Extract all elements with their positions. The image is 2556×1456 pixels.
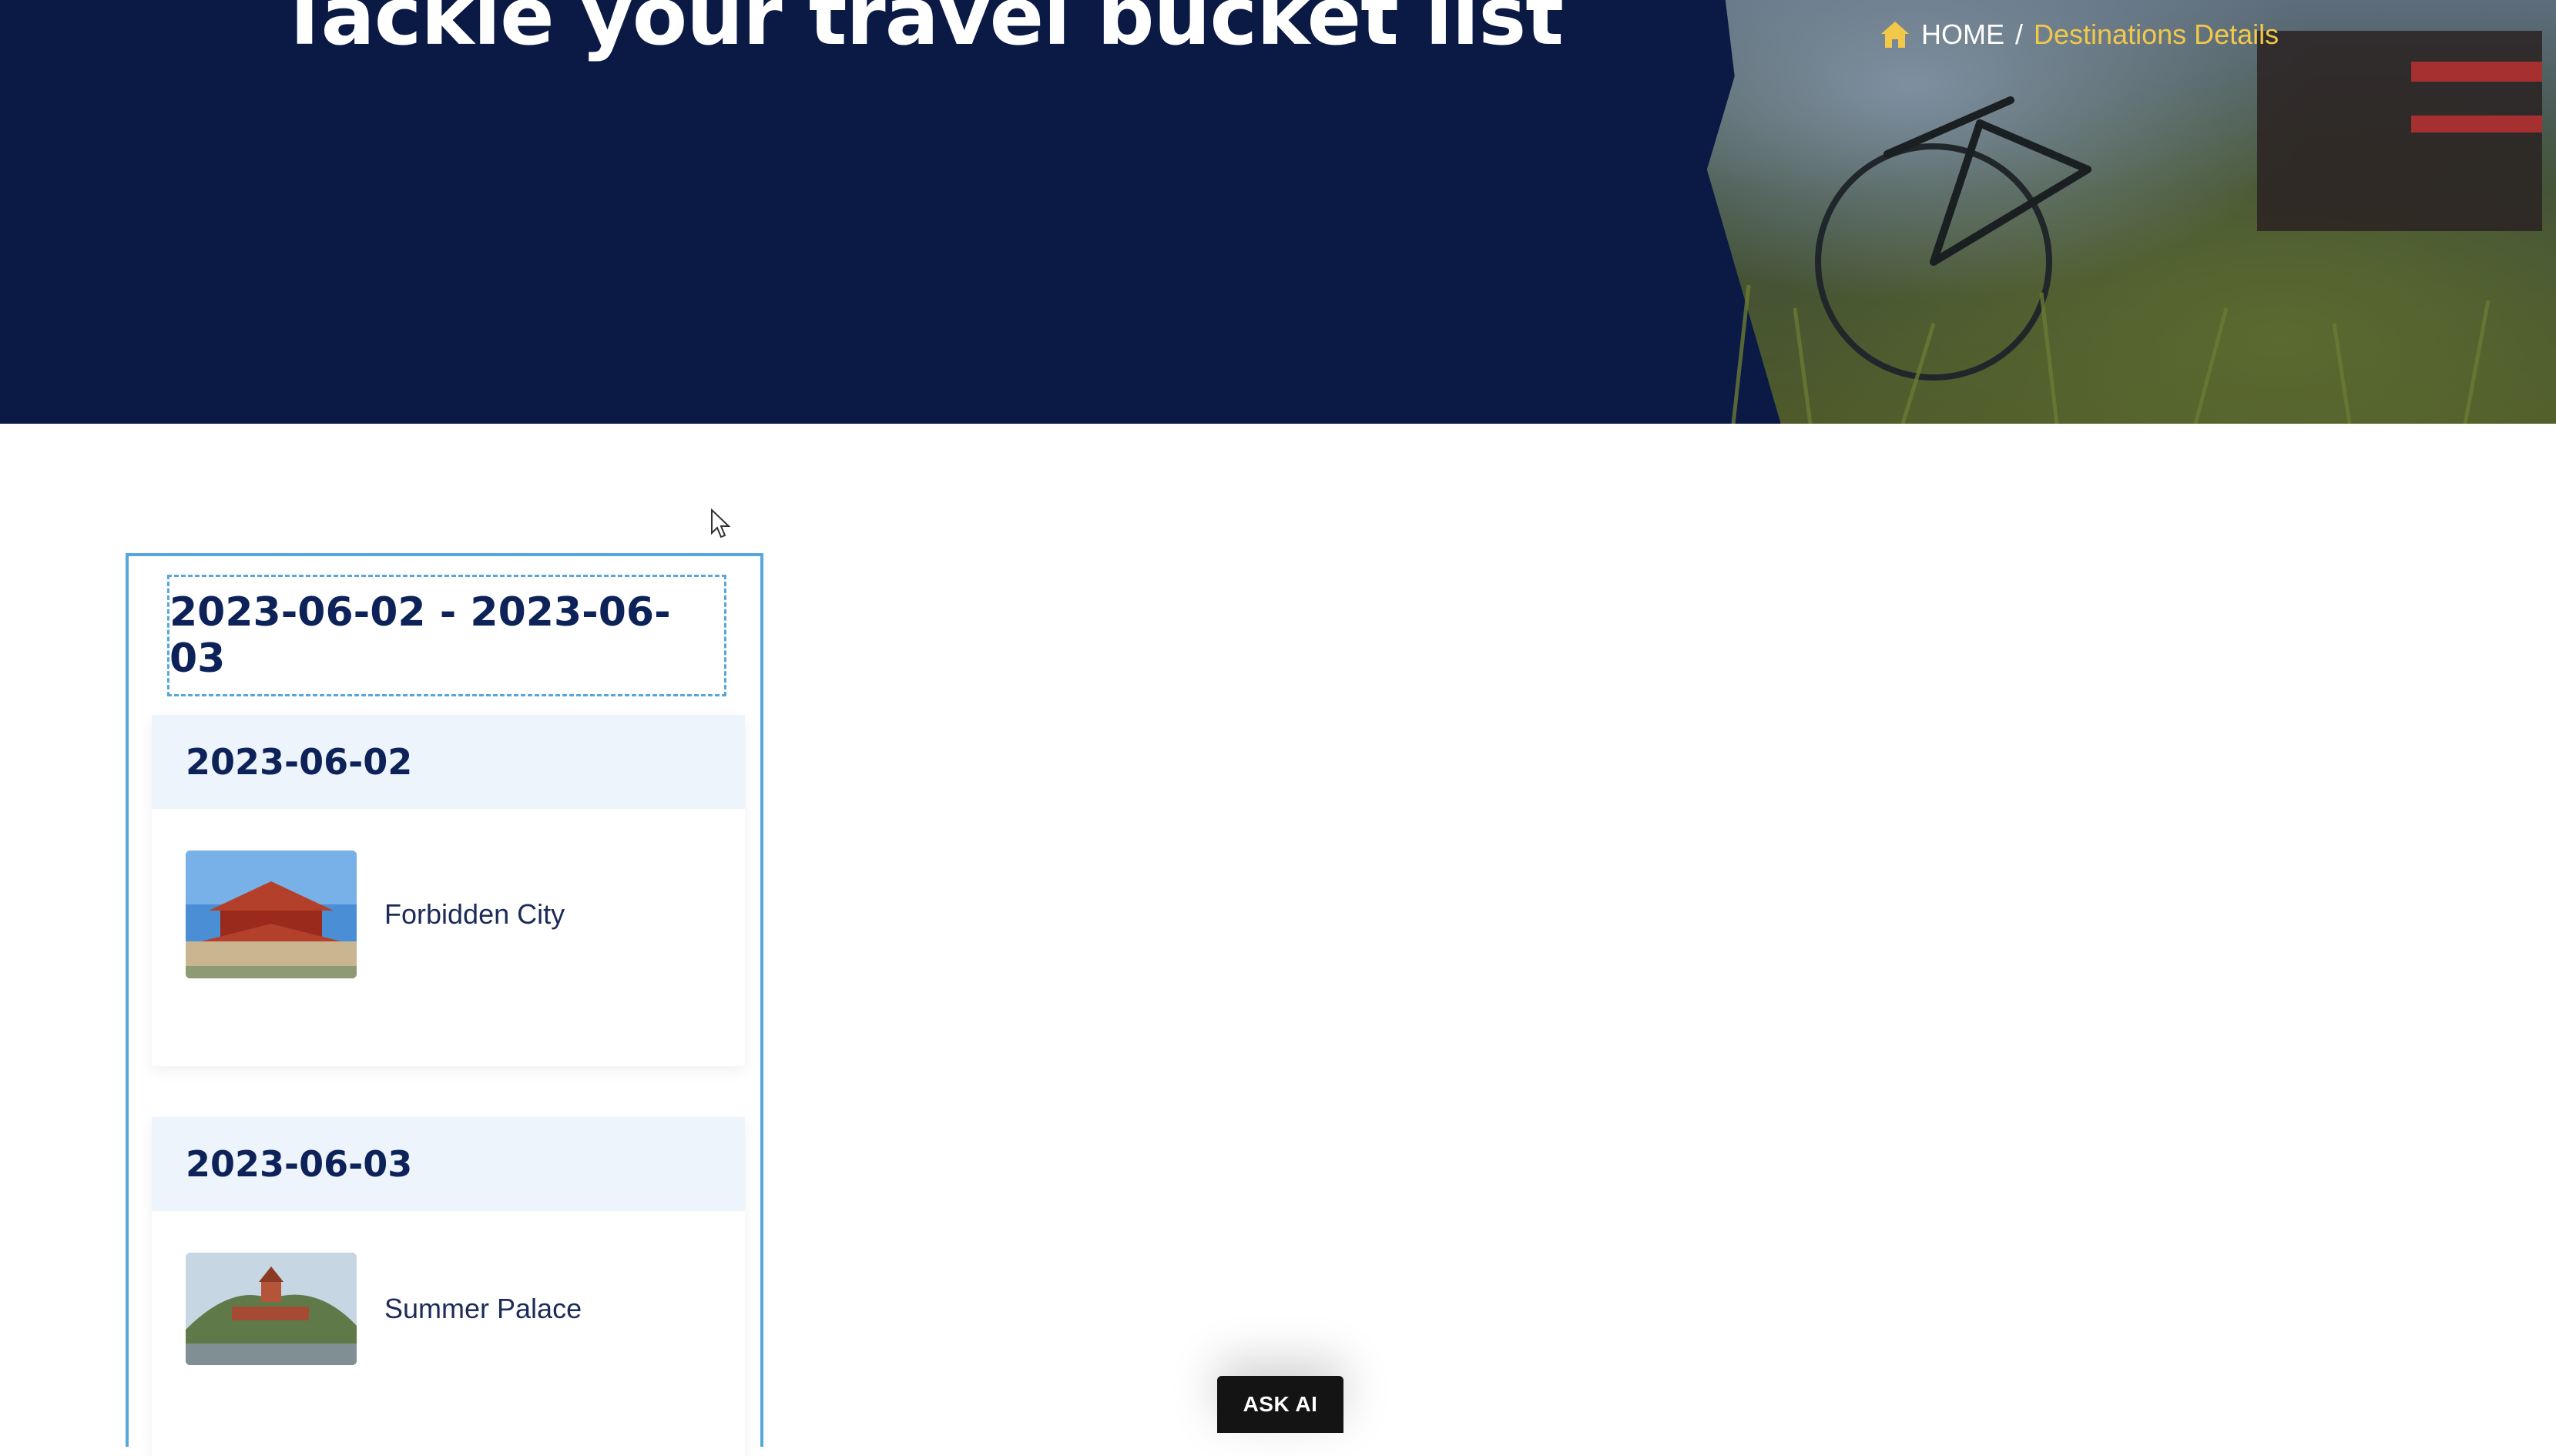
day-header: 2023-06-03	[152, 1117, 745, 1211]
home-icon[interactable]	[1880, 20, 1910, 49]
day-card: 2023-06-02 Forbidden City	[152, 715, 745, 1066]
itinerary-panel: 2023-06-02 - 2023-06-03 2023-06-02 Forbi…	[126, 553, 763, 1456]
forbidden-city-photo[interactable]	[186, 850, 357, 978]
breadcrumb-separator: /	[2015, 18, 2024, 50]
breadcrumb-home-link[interactable]: HOME	[1921, 18, 2004, 51]
destination-item[interactable]: Forbidden City	[186, 850, 565, 978]
breadcrumb-current: Destinations Details	[2034, 18, 2279, 50]
summer-palace-photo[interactable]	[186, 1253, 357, 1365]
destination-item[interactable]: Summer Palace	[186, 1253, 582, 1365]
breadcrumb: HOME / Destinations Details	[1880, 15, 2279, 54]
ask-ai-button[interactable]: ASK AI	[1217, 1376, 1343, 1433]
bicycle-rider-photo	[1731, 31, 2542, 424]
date-range-box[interactable]: 2023-06-02 - 2023-06-03	[167, 575, 726, 696]
destination-name[interactable]: Summer Palace	[384, 1293, 582, 1325]
mouse-pointer-icon	[711, 508, 731, 538]
page-hero: Tackle your travel bucket list HOME / De…	[0, 0, 2556, 424]
page-title: Tackle your travel bucket list	[277, 0, 1564, 63]
day-card: 2023-06-03 Summer Palace	[152, 1117, 745, 1456]
destination-name[interactable]: Forbidden City	[384, 898, 565, 931]
day-header: 2023-06-02	[152, 715, 745, 809]
